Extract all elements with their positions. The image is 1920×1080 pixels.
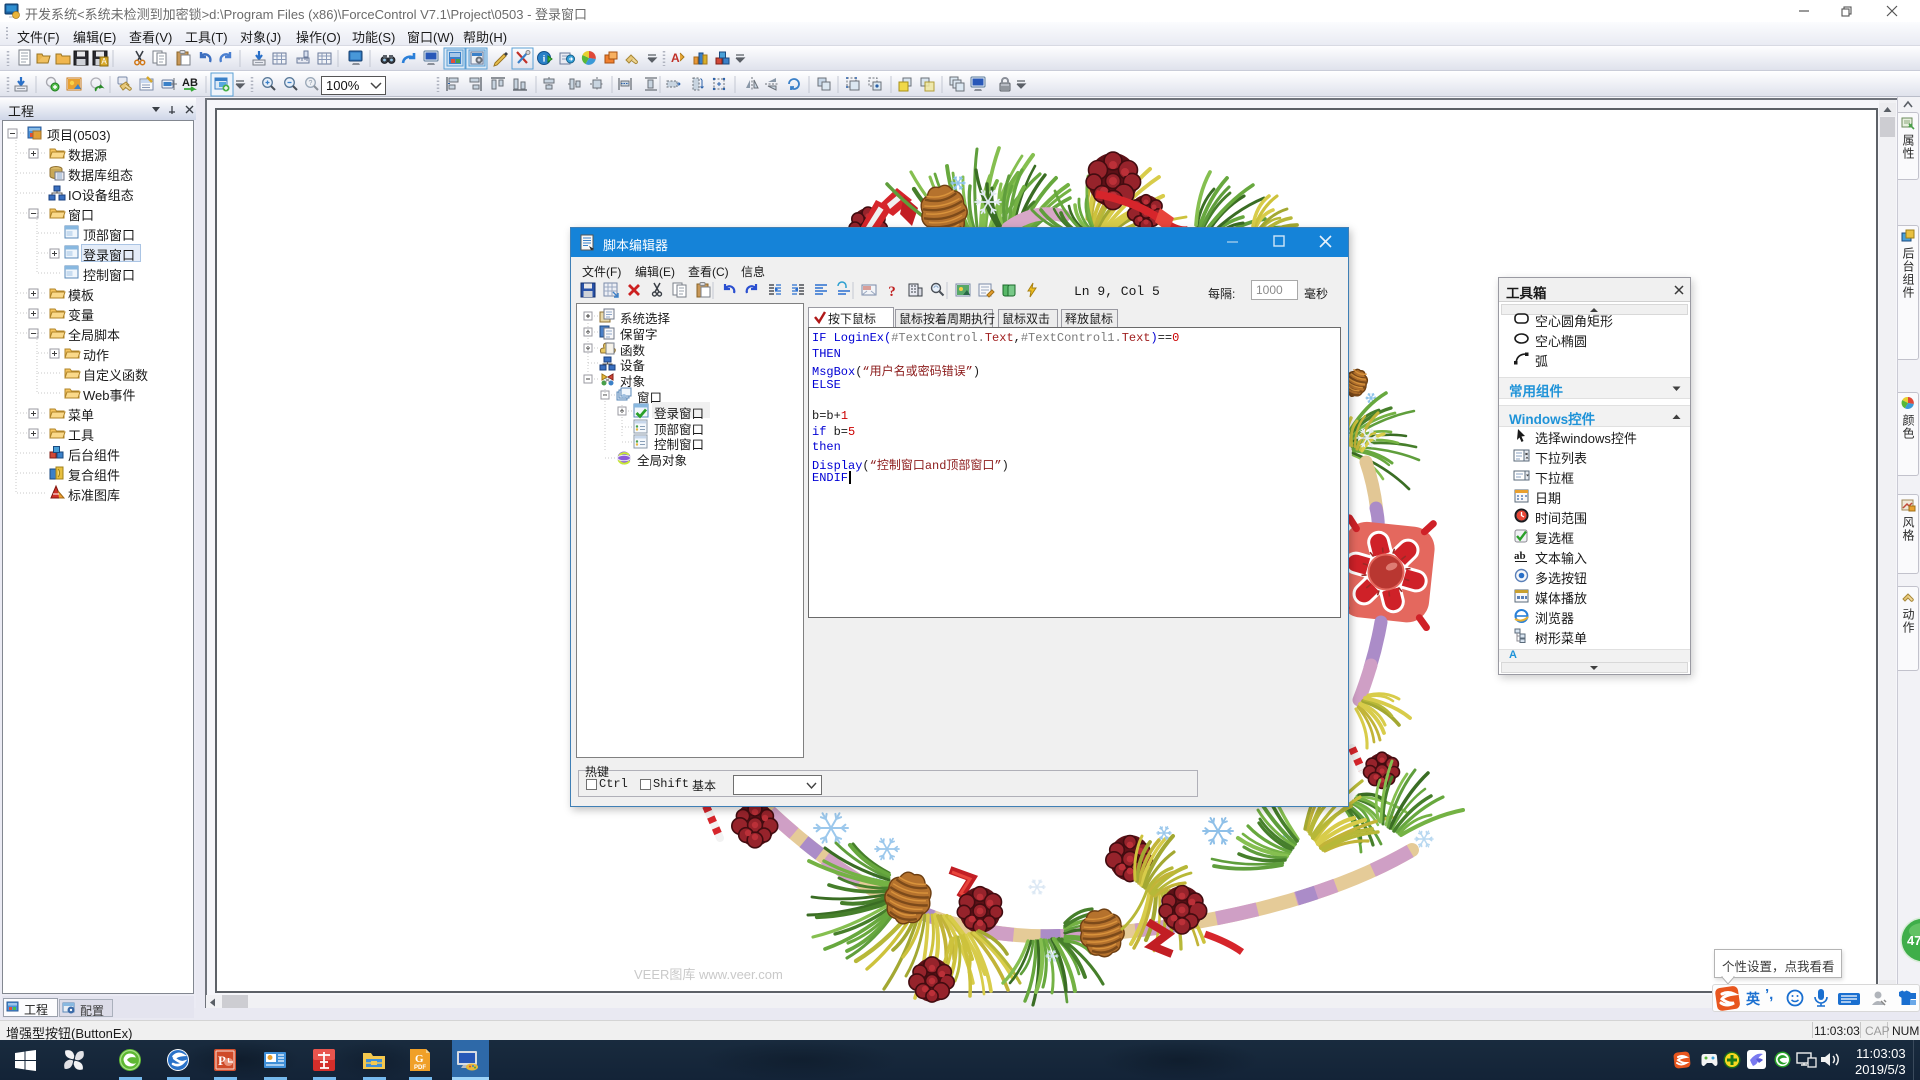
svg-text:47: 47 <box>1907 933 1920 948</box>
svg-text:AB: AB <box>182 77 198 89</box>
svg-text:?: ? <box>309 80 313 87</box>
svg-text:A: A <box>101 57 107 66</box>
svg-text:G: G <box>415 1053 424 1065</box>
svg-text:?: ? <box>888 284 896 300</box>
svg-text:PDF: PDF <box>414 1065 426 1071</box>
svg-text:A: A <box>671 51 680 65</box>
svg-text:ab: ab <box>1514 550 1526 562</box>
